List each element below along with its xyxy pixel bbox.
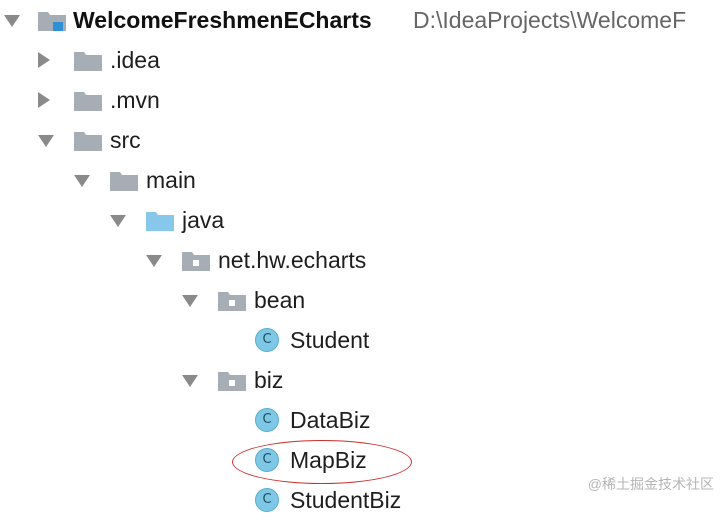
expand-arrow-icon[interactable] <box>38 135 54 147</box>
folder-icon <box>74 130 102 151</box>
module-folder-icon <box>38 10 66 31</box>
class-label-student: Student <box>290 327 370 353</box>
tree-row-src[interactable]: src <box>0 120 726 160</box>
collapse-arrow-icon[interactable] <box>38 52 50 68</box>
class-label-studentbiz: StudentBiz <box>290 487 402 513</box>
expand-arrow-icon[interactable] <box>182 295 198 307</box>
folder-label-java: java <box>182 207 225 233</box>
project-tree: WelcomeFreshmenECharts D:\IdeaProjects\W… <box>0 0 726 513</box>
tree-row-student[interactable]: C Student <box>0 320 726 360</box>
tree-row-main[interactable]: main <box>0 160 726 200</box>
folder-label-src: src <box>110 127 141 153</box>
expand-arrow-icon[interactable] <box>146 255 162 267</box>
project-name: WelcomeFreshmenECharts <box>73 7 372 33</box>
tree-row-project[interactable]: WelcomeFreshmenECharts D:\IdeaProjects\W… <box>0 0 726 40</box>
folder-icon <box>74 90 102 111</box>
class-icon: C <box>255 488 279 512</box>
watermark: @稀土掘金技术社区 <box>587 476 714 492</box>
package-icon <box>218 290 246 311</box>
folder-icon <box>110 170 138 191</box>
package-label: net.hw.echarts <box>218 247 367 273</box>
package-label-biz: biz <box>254 367 284 393</box>
folder-label-idea: .idea <box>110 47 160 73</box>
expand-arrow-icon[interactable] <box>4 15 20 27</box>
package-icon <box>218 370 246 391</box>
source-folder-icon <box>146 210 174 231</box>
class-label-databiz: DataBiz <box>290 407 371 433</box>
tree-row-mvn[interactable]: .mvn <box>0 80 726 120</box>
package-icon <box>182 250 210 271</box>
class-icon: C <box>255 408 279 432</box>
tree-row-databiz[interactable]: C DataBiz <box>0 400 726 440</box>
tree-row-biz[interactable]: biz <box>0 360 726 400</box>
class-icon: C <box>255 328 279 352</box>
project-path: D:\IdeaProjects\WelcomeF <box>413 7 687 33</box>
collapse-arrow-icon[interactable] <box>38 92 50 108</box>
expand-arrow-icon[interactable] <box>110 215 126 227</box>
tree-row-package[interactable]: net.hw.echarts <box>0 240 726 280</box>
package-label-bean: bean <box>254 287 306 313</box>
expand-arrow-icon[interactable] <box>74 175 90 187</box>
tree-row-idea[interactable]: .idea <box>0 40 726 80</box>
tree-row-bean[interactable]: bean <box>0 280 726 320</box>
highlight-ellipse <box>232 440 412 484</box>
expand-arrow-icon[interactable] <box>182 375 198 387</box>
folder-icon <box>74 50 102 71</box>
folder-label-main: main <box>146 167 196 193</box>
tree-row-java[interactable]: java <box>0 200 726 240</box>
folder-label-mvn: .mvn <box>110 87 160 113</box>
